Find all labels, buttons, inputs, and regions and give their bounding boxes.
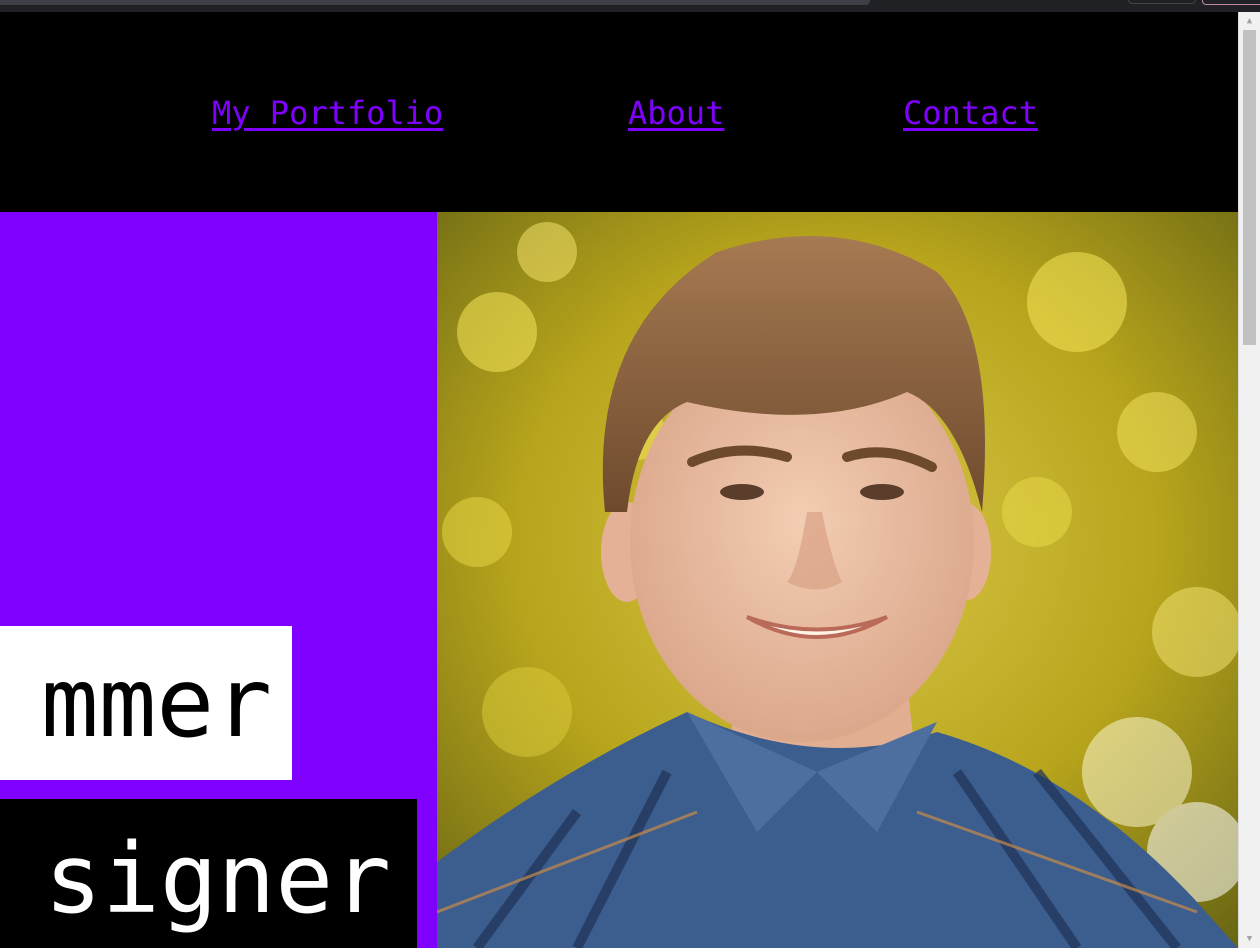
nav-link-my-portfolio[interactable]: My Portfolio (212, 94, 443, 132)
browser-chrome-strip (0, 0, 1260, 12)
top-navbar: My Portfolio About Contact (0, 12, 1238, 212)
browser-tab[interactable] (0, 0, 870, 5)
hero-role-tag-designer: signer (0, 799, 417, 948)
hero-text-panel: mmer signer (0, 212, 437, 948)
browser-tab-button[interactable] (1128, 0, 1196, 4)
nav-link-contact[interactable]: Contact (903, 94, 1038, 132)
page: My Portfolio About Contact mmer signer (0, 12, 1238, 948)
profile-photo (437, 212, 1238, 948)
scroll-up-arrow-icon[interactable]: ▲ (1239, 12, 1260, 30)
vertical-scrollbar[interactable]: ▲ ▼ (1238, 12, 1260, 948)
nav-link-about[interactable]: About (628, 94, 724, 132)
hero-role-tag-programmer: mmer (0, 626, 292, 780)
browser-tab-button[interactable] (1202, 0, 1260, 5)
scroll-thumb[interactable] (1243, 30, 1256, 345)
scroll-down-arrow-icon[interactable]: ▼ (1239, 930, 1260, 948)
browser-viewport: My Portfolio About Contact mmer signer ▲… (0, 0, 1260, 948)
